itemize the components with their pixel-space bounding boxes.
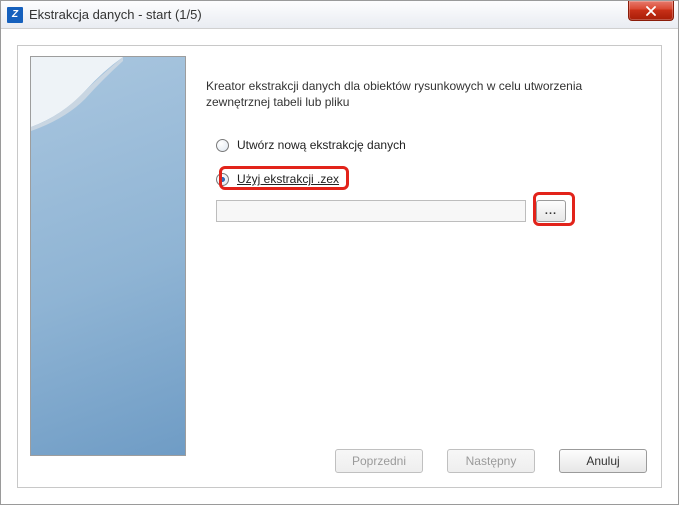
browse-button[interactable]: ... — [536, 200, 566, 222]
title-bar: Z Ekstrakcja danych - start (1/5) — [1, 1, 678, 29]
wizard-illustration — [30, 56, 186, 456]
option-create-new[interactable]: Utwórz nową ekstrakcję danych — [216, 138, 647, 152]
wizard-description: Kreator ekstrakcji danych dla obiektów r… — [206, 78, 647, 110]
dialog-window: Z Ekstrakcja danych - start (1/5) Kreato… — [0, 0, 679, 505]
content-frame: Kreator ekstrakcji danych dla obiektów r… — [17, 45, 662, 488]
button-label: Następny — [466, 454, 517, 468]
close-icon — [645, 6, 657, 16]
option-label: Użyj ekstrakcji .zex — [237, 172, 339, 186]
next-button[interactable]: Następny — [447, 449, 535, 473]
browse-label: ... — [545, 205, 557, 217]
previous-button[interactable]: Poprzedni — [335, 449, 423, 473]
option-label: Utwórz nową ekstrakcję danych — [237, 138, 406, 152]
button-label: Anuluj — [586, 454, 619, 468]
option-use-existing[interactable]: Użyj ekstrakcji .zex — [216, 172, 647, 186]
wizard-body: Kreator ekstrakcji danych dla obiektów r… — [206, 56, 647, 475]
button-bar: Poprzedni Następny Anuluj — [206, 449, 647, 475]
file-path-input[interactable] — [216, 200, 526, 222]
app-icon: Z — [7, 7, 23, 23]
button-label: Poprzedni — [352, 454, 406, 468]
close-button[interactable] — [628, 1, 674, 21]
file-path-row: ... — [216, 200, 647, 222]
cancel-button[interactable]: Anuluj — [559, 449, 647, 473]
window-title: Ekstrakcja danych - start (1/5) — [29, 7, 202, 22]
radio-icon — [216, 173, 229, 186]
page-curl-icon — [31, 57, 123, 149]
radio-icon — [216, 139, 229, 152]
